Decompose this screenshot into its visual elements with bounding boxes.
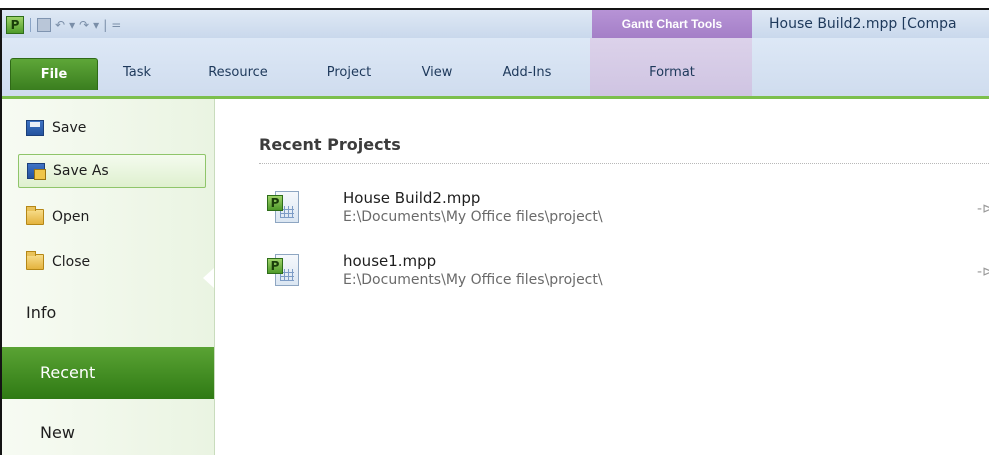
- save-as-icon: [27, 163, 46, 180]
- project-app-icon[interactable]: P: [6, 16, 24, 34]
- pin-icon[interactable]: -⊳: [977, 264, 989, 280]
- open-folder-icon: [26, 206, 44, 225]
- qat-separator: [30, 18, 31, 32]
- project-badge-icon: P: [267, 195, 283, 211]
- pin-icon[interactable]: -⊳: [977, 201, 989, 217]
- save-command[interactable]: Save: [18, 111, 206, 145]
- undo-icon[interactable]: ↶: [55, 16, 65, 34]
- recent-project-item[interactable]: P House Build2.mpp E:\Documents\My Offic…: [265, 189, 989, 239]
- recent-file-path: E:\Documents\My Office files\project\: [343, 272, 603, 288]
- backstage-nav: Save Save As Open Close Info Recent New: [2, 99, 215, 455]
- section-divider: [259, 163, 989, 164]
- save-as-label: Save As: [53, 163, 109, 179]
- qat-separator-glyph: |: [103, 18, 108, 32]
- project-file-icon: P: [265, 252, 301, 290]
- tab-project[interactable]: Project: [314, 60, 384, 86]
- nav-new[interactable]: New: [2, 407, 214, 459]
- qat-save-icon[interactable]: [37, 18, 51, 32]
- save-label: Save: [52, 120, 87, 136]
- undo-dropdown-icon[interactable]: ▾: [69, 16, 75, 34]
- recent-projects-title: Recent Projects: [259, 135, 401, 154]
- tab-add-ins[interactable]: Add-Ins: [492, 60, 562, 86]
- project-file-icon: P: [265, 189, 301, 227]
- redo-dropdown-icon[interactable]: ▾: [93, 16, 99, 34]
- tab-resource[interactable]: Resource: [196, 60, 280, 86]
- close-folder-icon: [26, 251, 44, 270]
- recent-file-name: House Build2.mpp: [343, 189, 481, 207]
- recent-file-name: house1.mpp: [343, 252, 437, 270]
- tab-file[interactable]: File: [10, 58, 98, 90]
- contextual-group-gantt-chart-tools: Gantt Chart Tools: [592, 10, 752, 38]
- recent-project-item[interactable]: P house1.mpp E:\Documents\My Office file…: [265, 252, 989, 302]
- close-label: Close: [52, 254, 91, 270]
- open-label: Open: [52, 209, 90, 225]
- nav-recent[interactable]: Recent: [2, 347, 214, 399]
- close-command[interactable]: Close: [18, 245, 206, 279]
- project-badge-icon: P: [267, 258, 283, 274]
- ribbon-tab-row: File Task Resource Project View Add-Ins …: [2, 38, 989, 97]
- quick-access-toolbar: P ↶ ▾ ↷ ▾ | =: [6, 15, 121, 35]
- tab-format[interactable]: Format: [632, 60, 712, 86]
- save-as-command[interactable]: Save As: [18, 154, 206, 188]
- redo-icon[interactable]: ↷: [79, 16, 89, 34]
- open-command[interactable]: Open: [18, 200, 206, 234]
- save-icon: [26, 120, 44, 136]
- nav-info[interactable]: Info: [2, 287, 214, 339]
- tab-view[interactable]: View: [412, 60, 462, 86]
- tab-task[interactable]: Task: [112, 60, 162, 86]
- recent-projects-pane: Recent Projects P House Build2.mpp E:\Do…: [215, 99, 989, 455]
- customize-qat-icon[interactable]: =: [111, 16, 121, 34]
- window-title: House Build2.mpp [Compa: [769, 16, 957, 32]
- title-bar: P ↶ ▾ ↷ ▾ | = Gantt Chart Tools House Bu…: [2, 10, 989, 38]
- recent-file-path: E:\Documents\My Office files\project\: [343, 209, 603, 225]
- selected-section-pointer: [203, 268, 214, 288]
